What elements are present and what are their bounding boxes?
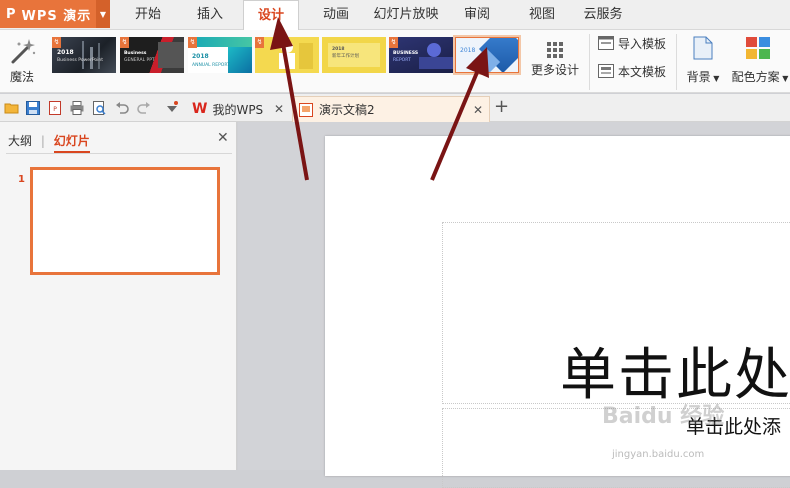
import-template-icon [598, 36, 614, 50]
more-design-label: 更多设计 [530, 63, 579, 77]
template-annual-report[interactable]: ↯ 2018 ANNUAL REPORT [188, 37, 252, 73]
color-scheme-label-text: 配色方案 [731, 70, 780, 84]
color-scheme-label: 配色方案 ▼ [727, 68, 790, 85]
chevron-down-icon[interactable]: ▼ [96, 0, 110, 28]
wps-logo-icon: P [6, 6, 16, 22]
background-button[interactable]: 背景 ▼ [683, 34, 723, 90]
ribbon-divider [589, 34, 590, 90]
more-design-button[interactable]: 更多设计 [527, 38, 583, 88]
svg-text:P: P [53, 106, 57, 113]
new-tab-button[interactable]: + [494, 96, 509, 117]
tab-review[interactable]: 审阅 [455, 0, 499, 30]
tab-insert[interactable]: 插入 [188, 0, 232, 30]
template-badge-icon: ↯ [120, 37, 129, 48]
template-dark-city[interactable]: ↯ 2018 Business PowerPoint [52, 37, 116, 73]
template-yellow-plain[interactable]: 2018 新年工作计划 [322, 37, 386, 73]
slide-thumbnail[interactable] [30, 167, 220, 275]
document-template-icon [598, 64, 614, 78]
template-badge-icon: ↯ [188, 37, 197, 48]
watermark-url: jingyan.baidu.com [612, 449, 705, 460]
tab-my-wps-label: 我的WPS [212, 102, 264, 117]
panel-tab-divider: | [40, 134, 45, 148]
open-folder-icon[interactable] [4, 100, 20, 116]
palette-icon [746, 37, 770, 59]
close-icon[interactable]: ✕ [274, 102, 284, 116]
quick-access-bar: P W 我的WPS ✕ 演示文稿2 ✕ + [0, 94, 790, 122]
tab-outline[interactable]: 大纲 [8, 132, 32, 149]
background-label-text: 背景 [686, 70, 711, 84]
save-icon[interactable] [25, 100, 41, 116]
print-preview-icon[interactable] [91, 100, 107, 116]
print-icon[interactable] [69, 100, 85, 116]
template-text: Business [124, 51, 147, 56]
import-template-label: 导入模板 [618, 36, 667, 51]
panel-tabs: 大纲 | 幻灯片 [8, 132, 90, 153]
tab-document-label: 演示文稿2 [319, 103, 375, 117]
background-label: 背景 ▼ [683, 68, 723, 85]
tab-slides[interactable]: 幻灯片 [53, 132, 90, 153]
panel-divider [6, 153, 232, 154]
template-sub: Business PowerPoint [57, 58, 104, 63]
app-title: WPS 演示 [21, 8, 92, 24]
template-text: 2018 [192, 53, 209, 60]
tab-slideshow[interactable]: 幻灯片放映 [368, 0, 444, 30]
magic-label: 魔法 [9, 70, 34, 84]
import-template-button[interactable]: 导入模板 [598, 33, 666, 53]
template-text: 2018 [57, 49, 74, 56]
tab-cloud-services[interactable]: 云服务 [578, 0, 628, 30]
template-red-black[interactable]: ↯ Business GENERAL PPT [120, 37, 184, 73]
template-text: 2018 [460, 47, 476, 54]
close-icon[interactable]: ✕ [473, 103, 483, 117]
template-sub: GENERAL PPT [124, 58, 155, 63]
slide-number: 1 [18, 174, 25, 185]
template-sub: ANNUAL REPORT [192, 63, 230, 68]
export-pdf-icon[interactable]: P [47, 100, 63, 116]
app-menu-button[interactable]: P WPS 演示 ▼ [0, 0, 110, 28]
redo-icon[interactable] [136, 100, 152, 116]
template-text: 2018 [332, 47, 345, 52]
template-badge-icon: ↯ [389, 37, 398, 48]
template-navy-business[interactable]: ↯ BUSINESS REPORT [389, 37, 453, 73]
template-sub: 新年工作计划 [332, 54, 359, 59]
background-page-icon [693, 36, 713, 60]
tab-my-wps[interactable]: W 我的WPS ✕ [186, 96, 290, 122]
design-ribbon: 魔法 ↯ 2018 Business PowerPoint ↯ Business… [0, 30, 790, 93]
close-panel-icon[interactable]: ✕ [217, 130, 229, 146]
customize-toolbar-icon[interactable] [164, 100, 180, 116]
template-blue-diamond[interactable]: 2018 [453, 35, 521, 75]
color-scheme-button[interactable]: 配色方案 ▼ [727, 34, 790, 90]
magic-wand-icon [11, 39, 36, 64]
magic-button[interactable]: 魔法 [4, 34, 40, 90]
tab-view[interactable]: 视图 [520, 0, 564, 30]
menu-bar: P WPS 演示 ▼ 开始 插入 设计 动画 幻灯片放映 审阅 视图 云服务 [0, 0, 790, 31]
wps-icon: W [192, 101, 208, 117]
tab-home[interactable]: 开始 [127, 0, 169, 30]
tab-design[interactable]: 设计 [243, 0, 299, 31]
watermark: Baidu 经验 [602, 404, 725, 429]
tab-document[interactable]: 演示文稿2 ✕ [292, 96, 490, 122]
template-badge-icon: ↯ [52, 37, 61, 48]
chevron-down-icon: ▼ [710, 74, 720, 83]
template-yellow-figure[interactable]: ↯ [255, 37, 319, 73]
this-template-label: 本文模板 [618, 64, 667, 79]
this-template-button[interactable]: 本文模板 [598, 61, 666, 81]
chevron-down-icon: ▼ [779, 74, 789, 83]
tab-animation[interactable]: 动画 [314, 0, 358, 30]
presentation-doc-icon [299, 102, 313, 117]
undo-icon[interactable] [114, 100, 130, 116]
ribbon-divider [676, 34, 677, 90]
slides-panel: 大纲 | 幻灯片 ✕ 1 [0, 122, 237, 470]
template-sub: REPORT [393, 58, 411, 63]
grid-icon [547, 42, 563, 58]
template-badge-icon: ↯ [255, 37, 264, 48]
template-text: BUSINESS [393, 51, 419, 56]
